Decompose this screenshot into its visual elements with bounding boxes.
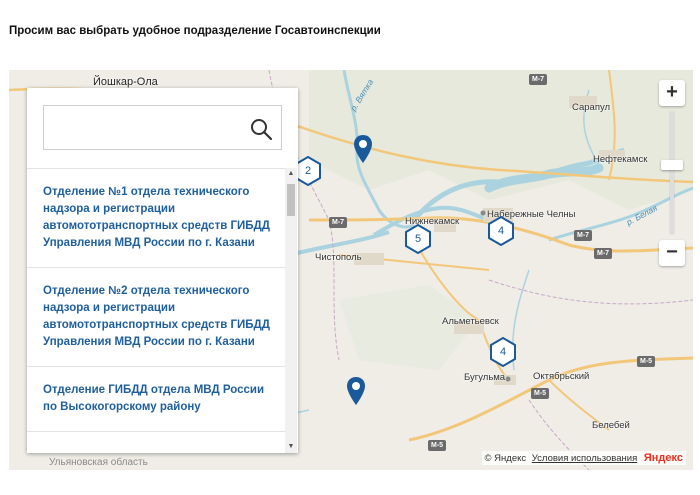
road-badge: M-5 bbox=[531, 388, 550, 399]
city-bugulma: Бугульма bbox=[464, 372, 506, 383]
department-list: Отделение №1 отдела технического надзора… bbox=[27, 168, 285, 453]
scroll-down-arrow-icon[interactable]: ▼ bbox=[285, 441, 297, 453]
city-yoshkar-ola: Йошкар-Ола bbox=[93, 76, 158, 88]
map-cluster-marker[interactable]: 5 bbox=[403, 224, 433, 254]
list-item[interactable]: Отделение №1 отдела технического надзора… bbox=[27, 169, 285, 268]
search-input[interactable] bbox=[50, 114, 240, 142]
city-belebey: Белебей bbox=[592, 420, 630, 431]
cluster-count: 4 bbox=[499, 346, 507, 358]
zoom-slider[interactable] bbox=[661, 112, 683, 234]
scrollbar-thumb[interactable] bbox=[287, 184, 295, 216]
road-badge: M-5 bbox=[637, 356, 656, 367]
zoom-control: + − bbox=[659, 80, 685, 266]
city-chistopol: Чистополь bbox=[315, 252, 362, 263]
map-copyright: © Яндекс Условия использования Яндекс bbox=[481, 451, 686, 465]
road-badge: M-7 bbox=[529, 74, 548, 85]
map-cluster-marker[interactable]: 4 bbox=[488, 337, 518, 367]
yandex-logo[interactable]: Яндекс bbox=[644, 452, 683, 464]
zoom-in-button[interactable]: + bbox=[659, 80, 685, 106]
map-cluster-marker[interactable]: 4 bbox=[486, 216, 516, 246]
page-heading: Просим вас выбрать удобное подразделение… bbox=[9, 25, 381, 37]
road-badge: M-7 bbox=[574, 230, 593, 241]
map-pin-icon[interactable] bbox=[353, 134, 373, 164]
list-scrollbar[interactable]: ▲ ▼ bbox=[285, 168, 297, 453]
department-list-panel: Отделение №1 отдела технического надзора… bbox=[27, 88, 298, 453]
zoom-slider-handle[interactable] bbox=[661, 160, 683, 170]
search-icon[interactable] bbox=[249, 117, 273, 141]
copyright-text: © Яндекс bbox=[484, 453, 527, 464]
region-ulyanovsk: Ульяновская область bbox=[49, 457, 148, 468]
scroll-up-arrow-icon[interactable]: ▲ bbox=[285, 168, 297, 180]
city-neftekamsk: Нефтекамск bbox=[593, 154, 648, 165]
cluster-count: 5 bbox=[414, 233, 422, 245]
road-badge: M-7 bbox=[594, 248, 613, 259]
city-oktyabrsky: Октябрьский bbox=[533, 371, 590, 382]
search-box bbox=[43, 105, 282, 150]
road-badge: M-7 bbox=[329, 217, 348, 228]
city-almetyevsk: Альметьевск bbox=[442, 316, 499, 327]
list-item[interactable]: Отделение ГИБДД отдела МВД России по Выс… bbox=[27, 367, 285, 432]
map-pin-icon[interactable] bbox=[346, 376, 366, 406]
road-badge: M-5 bbox=[428, 440, 447, 451]
city-sarapul: Сарапул bbox=[572, 102, 611, 113]
list-item[interactable]: Отделение №2 отдела технического надзора… bbox=[27, 268, 285, 367]
zoom-out-button[interactable]: − bbox=[659, 240, 685, 266]
cluster-count: 4 bbox=[497, 225, 505, 237]
terms-of-use-link[interactable]: Условия использования bbox=[532, 453, 637, 464]
